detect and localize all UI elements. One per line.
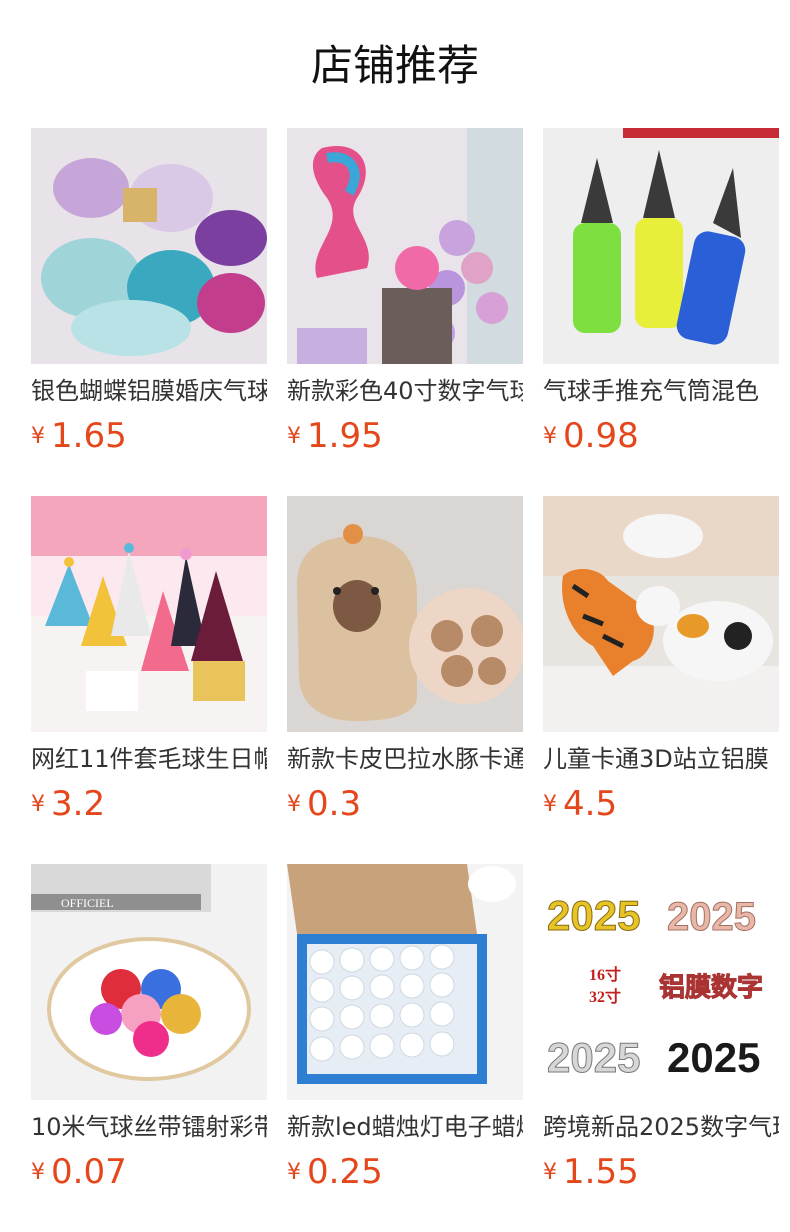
product-card[interactable]: 银色蝴蝶铝膜婚庆气球 ¥1.65 bbox=[31, 128, 267, 464]
currency-symbol: ¥ bbox=[31, 792, 45, 817]
product-image-animal-standing-balloons[interactable] bbox=[543, 496, 779, 732]
product-image-number-2025-balloons[interactable]: 2025 2025 16寸 32寸 铝膜数字 2025 2025 bbox=[543, 864, 779, 1100]
number-rose: 2025 bbox=[667, 895, 756, 939]
number-black: 2025 bbox=[667, 1034, 760, 1081]
product-price: ¥0.3 bbox=[287, 784, 361, 824]
product-card[interactable]: 儿童卡通3D站立铝膜 ¥4.5 bbox=[543, 496, 779, 832]
product-name[interactable]: 10米气球丝带镭射彩带 bbox=[31, 1110, 267, 1144]
product-price: ¥1.95 bbox=[287, 416, 383, 456]
recommendation-page: 店铺推荐 银色蝴蝶铝膜婚庆气球 ¥1.65 新款彩色40寸数字气球 ¥ 1.95… bbox=[0, 0, 790, 1232]
number-gold: 2025 bbox=[547, 892, 640, 939]
currency-symbol: ¥ bbox=[287, 792, 301, 817]
product-name[interactable]: 网红11件套毛球生日帽 bbox=[31, 742, 267, 776]
product-name[interactable]: 气球手推充气筒混色 bbox=[543, 374, 779, 408]
product-name[interactable]: 银色蝴蝶铝膜婚庆气球 bbox=[31, 374, 267, 408]
product-image-capybara-balloons[interactable] bbox=[287, 496, 523, 732]
product-image-number-balloon-party[interactable] bbox=[287, 128, 523, 364]
price-value: 0.07 bbox=[51, 1152, 127, 1192]
product-name[interactable]: 新款led蜡烛灯电子蜡烛 bbox=[287, 1110, 523, 1144]
product-image-ribbon-rolls[interactable]: OFFICIEL bbox=[31, 864, 267, 1100]
product-card[interactable]: 新款卡皮巴拉水豚卡通 ¥0.3 bbox=[287, 496, 523, 832]
price-value: 4.5 bbox=[563, 784, 618, 824]
size-label-a: 16寸 bbox=[589, 965, 621, 984]
product-name[interactable]: 儿童卡通3D站立铝膜 bbox=[543, 742, 779, 776]
product-price: ¥1.55 bbox=[543, 1152, 639, 1192]
product-image-butterfly-balloons[interactable] bbox=[31, 128, 267, 364]
banner-label: 铝膜数字 bbox=[659, 972, 763, 1002]
product-price: ¥3.2 bbox=[31, 784, 105, 824]
currency-symbol: ¥ bbox=[287, 1160, 301, 1185]
size-label-b: 32寸 bbox=[589, 987, 621, 1006]
price-value: 1.95 bbox=[307, 416, 383, 456]
product-card[interactable]: 新款led蜡烛灯电子蜡烛 ¥0.25 bbox=[287, 864, 523, 1200]
product-card[interactable]: 气球手推充气筒混色 ¥0.98 bbox=[543, 128, 779, 464]
price-value: 0.98 bbox=[563, 416, 639, 456]
product-price: ¥4.5 bbox=[543, 784, 617, 824]
product-image-party-hats[interactable] bbox=[31, 496, 267, 732]
product-name[interactable]: 跨境新品2025数字气球 bbox=[543, 1110, 779, 1144]
currency-symbol: ¥ bbox=[543, 1160, 557, 1185]
product-card[interactable]: 网红11件套毛球生日帽 ¥3.2 bbox=[31, 496, 267, 832]
product-name[interactable]: 新款彩色40寸数字气球 bbox=[287, 374, 523, 408]
product-image-led-candles[interactable] bbox=[287, 864, 523, 1100]
product-price: ¥0.07 bbox=[31, 1152, 127, 1192]
price-value: 3.2 bbox=[51, 784, 106, 824]
product-name[interactable]: 新款卡皮巴拉水豚卡通 bbox=[287, 742, 523, 776]
currency-symbol: ¥ bbox=[31, 424, 45, 449]
price-value: 1.65 bbox=[51, 416, 127, 456]
product-price: ¥0.25 bbox=[287, 1152, 383, 1192]
currency-symbol: ¥ bbox=[287, 424, 301, 449]
currency-symbol: ¥ bbox=[543, 792, 557, 817]
product-card[interactable]: 新款彩色40寸数字气球 ¥1.95 bbox=[287, 128, 523, 464]
page-title: 店铺推荐 bbox=[310, 41, 479, 90]
currency-symbol: ¥ bbox=[31, 1160, 45, 1185]
product-card[interactable]: 2025 2025 16寸 32寸 铝膜数字 2025 2025 跨境新品202… bbox=[543, 864, 779, 1200]
price-value: 0.25 bbox=[307, 1152, 383, 1192]
product-price: ¥1.65 bbox=[31, 416, 127, 456]
price-value: 0.3 bbox=[307, 784, 362, 824]
product-card[interactable]: OFFICIEL 10米气球丝带镭射彩带 ¥0.07 bbox=[31, 864, 267, 1200]
product-image-balloon-pumps[interactable] bbox=[543, 128, 779, 364]
currency-symbol: ¥ bbox=[543, 424, 557, 449]
ribbon-box-label: OFFICIEL bbox=[61, 896, 114, 910]
number-silver: 2025 bbox=[547, 1034, 640, 1081]
price-value: 1.55 bbox=[563, 1152, 639, 1192]
product-price: ¥0.98 bbox=[543, 416, 639, 456]
